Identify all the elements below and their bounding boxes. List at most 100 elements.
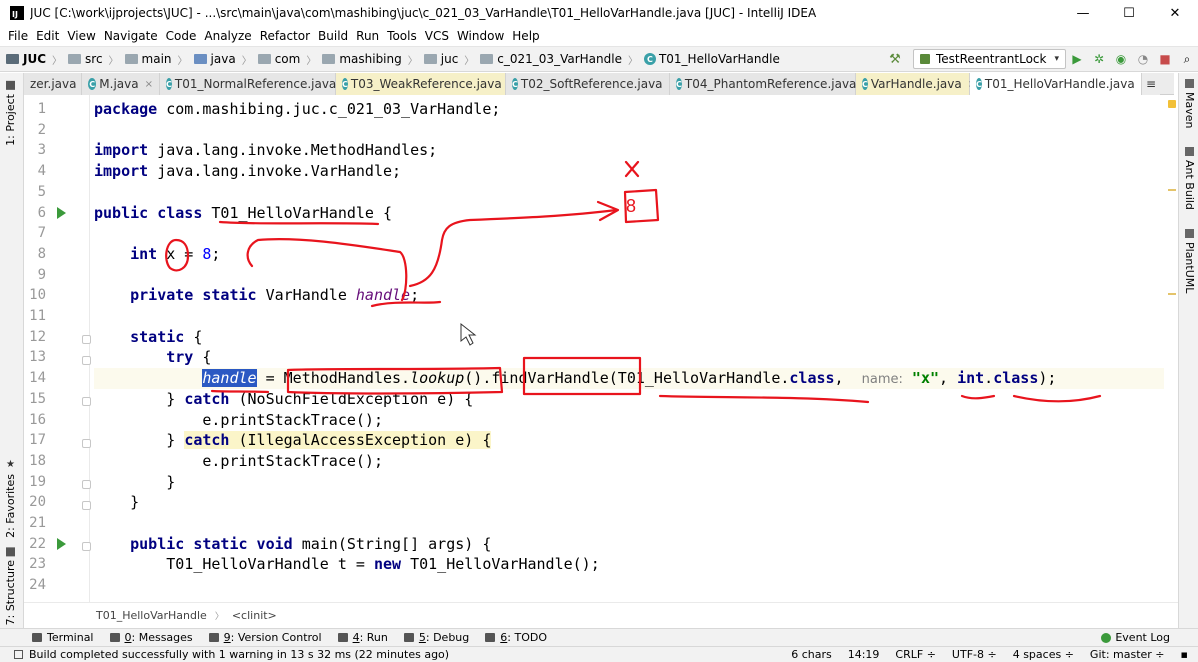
editor-scrollbar[interactable] <box>1166 95 1176 602</box>
crumb-mashibing[interactable]: mashibing <box>316 52 402 66</box>
stop-icon[interactable]: ■ <box>1154 49 1176 69</box>
indent-setting[interactable]: 4 spaces ÷ <box>1005 648 1082 661</box>
run-class-icon[interactable] <box>57 207 66 219</box>
menu-navigate[interactable]: Navigate <box>100 29 162 43</box>
structure-tool-tab[interactable]: 7: Structure <box>4 547 17 625</box>
debug-icon[interactable]: ✲ <box>1088 49 1110 69</box>
tab-list-icon: ≡ <box>1146 77 1157 91</box>
run-main-icon[interactable] <box>57 538 66 550</box>
profile-icon[interactable]: ◔ <box>1132 49 1154 69</box>
crumb-java[interactable]: java <box>188 52 236 66</box>
git-branch[interactable]: Git: master ÷ <box>1082 648 1173 661</box>
fold-icon[interactable] <box>82 397 91 406</box>
close-icon[interactable]: × <box>145 79 153 90</box>
project-icon <box>6 81 15 90</box>
line-number: 8 <box>37 245 46 262</box>
maven-tool-tab[interactable]: Maven <box>1183 79 1196 128</box>
event-log-tool-button[interactable]: Event Log <box>1093 631 1198 644</box>
messages-tool-button[interactable]: 0: Messages <box>102 631 201 644</box>
close-button[interactable]: ✕ <box>1152 0 1198 26</box>
warning-mark[interactable] <box>1168 189 1176 191</box>
tab-soft-reference[interactable]: CT02_SoftReference.java× <box>506 73 677 95</box>
editor-breadcrumb: T01_HelloVarHandle 〉 <clinit> <box>24 602 1178 628</box>
class-icon: C <box>643 53 656 65</box>
caret-position[interactable]: 14:19 <box>840 648 888 661</box>
window-title: JUC [C:\work\ijprojects\JUC] - ...\src\m… <box>30 6 817 20</box>
fold-icon[interactable] <box>82 356 91 365</box>
fold-icon[interactable] <box>82 542 91 551</box>
fold-icon[interactable] <box>82 501 91 510</box>
tab-zer[interactable]: zer.java× <box>24 73 91 95</box>
messages-icon <box>109 633 120 642</box>
config-icon <box>920 54 930 64</box>
tab-normal-reference[interactable]: CT01_NormalReference.java× <box>160 73 351 95</box>
favorites-tool-tab[interactable]: 2: Favorites ★ <box>4 459 17 538</box>
fold-icon[interactable] <box>82 480 91 489</box>
plantuml-tool-tab[interactable]: PlantUML <box>1183 229 1196 293</box>
tab-hello-varhandle[interactable]: CT01_HelloVarHandle.java× <box>970 73 1149 95</box>
tab-overflow-button[interactable]: ≡ <box>1142 73 1161 95</box>
menu-vcs[interactable]: VCS <box>421 29 453 43</box>
code-line-18: e.printStackTrace(); <box>202 451 383 470</box>
tab-phantom-reference[interactable]: CT04_PhantomReference.java× <box>670 73 871 95</box>
run-configuration-select[interactable]: TestReentrantLock ▾ <box>913 49 1066 69</box>
line-number: 3 <box>37 142 46 159</box>
menu-file[interactable]: File <box>0 29 32 43</box>
parameter-hint: name: <box>861 372 903 388</box>
minimize-button[interactable]: — <box>1060 0 1106 26</box>
version-control-tool-button[interactable]: 9: Version Control <box>201 631 330 644</box>
navigation-bar: JUC 〉 src 〉 main 〉 java 〉 com 〉 mashibin… <box>0 46 1198 72</box>
project-tool-tab[interactable]: 1: Project <box>4 81 17 146</box>
run-tool-button[interactable]: 4: Run <box>330 631 396 644</box>
terminal-tool-button[interactable]: Terminal <box>0 631 102 644</box>
line-separator[interactable]: CRLF ÷ <box>887 648 944 661</box>
class-icon: C <box>676 78 682 90</box>
coverage-icon[interactable]: ◉ <box>1110 49 1132 69</box>
file-encoding[interactable]: UTF-8 ÷ <box>944 648 1005 661</box>
menu-window[interactable]: Window <box>453 29 508 43</box>
crumb-project[interactable]: JUC <box>0 52 46 66</box>
tab-varhandle[interactable]: CVarHandle.java× <box>856 73 976 95</box>
fold-icon[interactable] <box>82 335 91 344</box>
menu-run[interactable]: Run <box>352 29 383 43</box>
menu-refactor[interactable]: Refactor <box>256 29 314 43</box>
crumb-com[interactable]: com <box>252 52 300 66</box>
menu-analyze[interactable]: Analyze <box>200 29 255 43</box>
warning-mark[interactable] <box>1168 293 1176 295</box>
tab-weak-reference[interactable]: CT03_WeakReference.java× <box>336 73 516 95</box>
crumb-main[interactable]: main <box>119 52 172 66</box>
menu-edit[interactable]: Edit <box>32 29 63 43</box>
menu-tools[interactable]: Tools <box>383 29 421 43</box>
breadcrumb-clinit[interactable]: <clinit> <box>232 609 277 622</box>
fold-icon[interactable] <box>82 439 91 448</box>
breadcrumb-class[interactable]: T01_HelloVarHandle <box>96 609 207 622</box>
run-icon[interactable]: ▶ <box>1066 49 1088 69</box>
project-icon <box>6 54 19 64</box>
event-log-icon <box>1101 632 1112 643</box>
tab-m[interactable]: C M.java × <box>82 73 160 95</box>
menu-view[interactable]: View <box>63 29 99 43</box>
debug-tool-button[interactable]: 5: Debug <box>396 631 477 644</box>
crumb-package[interactable]: c_021_03_VarHandle <box>474 52 622 66</box>
inspection-warning-icon[interactable] <box>1168 100 1176 108</box>
lock-icon[interactable]: ▪ <box>1173 648 1198 661</box>
menu-code[interactable]: Code <box>162 29 201 43</box>
debug-icon <box>403 633 414 642</box>
menu-help[interactable]: Help <box>508 29 543 43</box>
ant-build-tool-tab[interactable]: Ant Build <box>1183 147 1196 210</box>
crumb-src[interactable]: src <box>62 52 103 66</box>
code-editor[interactable]: 1 2 3 4 5 6 7 8 9 10 11 12 13 14 15 16 1… <box>24 95 1178 602</box>
hammer-icon[interactable]: ⚒ <box>887 51 903 67</box>
line-number: 19 <box>29 473 46 490</box>
crumb-juc[interactable]: juc <box>418 52 458 66</box>
code-area[interactable]: package com.mashibing.juc.c_021_03_VarHa… <box>94 95 1178 602</box>
chevron-right-icon: 〉 <box>241 55 252 67</box>
crumb-class[interactable]: C T01_HelloVarHandle <box>638 52 780 66</box>
maximize-button[interactable]: ☐ <box>1106 0 1152 26</box>
todo-tool-button[interactable]: 6: TODO <box>477 631 555 644</box>
chevron-right-icon: 〉 <box>108 55 119 67</box>
chevron-right-icon: 〉 <box>464 55 475 67</box>
search-icon[interactable]: ⌕ <box>1176 49 1198 69</box>
menu-build[interactable]: Build <box>314 29 352 43</box>
line-number: 4 <box>37 163 46 180</box>
